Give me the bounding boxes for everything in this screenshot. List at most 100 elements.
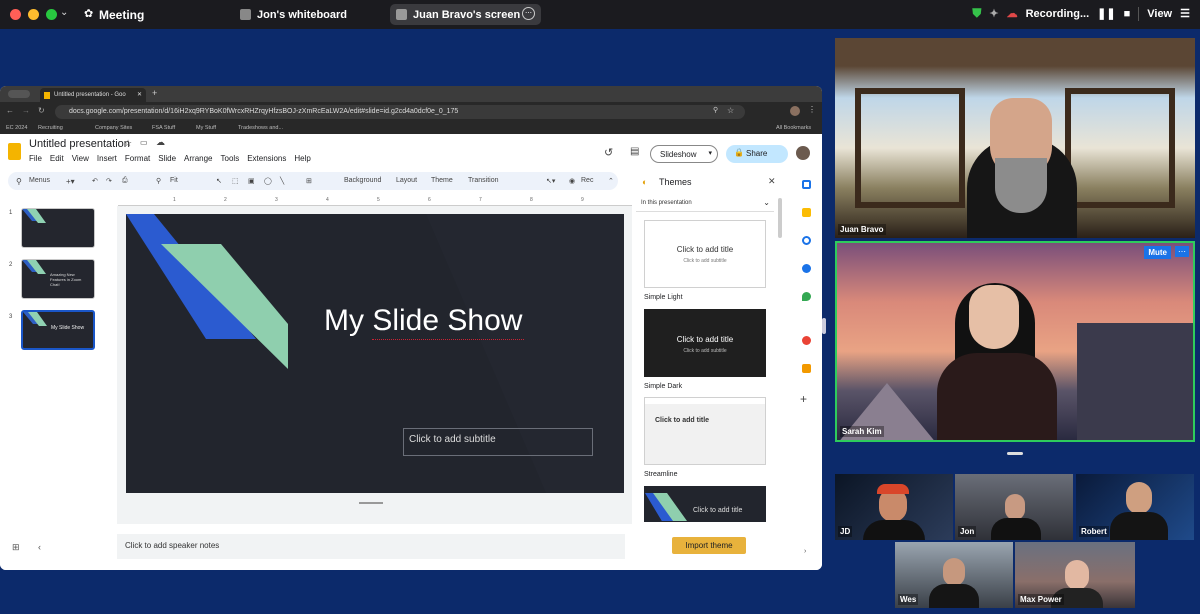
expand-panel-icon[interactable]: › [804,548,806,555]
browser-tab[interactable]: Untitled presentation - Goo ✕ [40,88,146,102]
browser-menu-icon[interactable]: ⋮ [808,105,816,114]
select-icon[interactable]: ↖ [216,177,222,185]
print-icon[interactable]: ⎙ [122,177,128,185]
menu-arrange[interactable]: Arrange [184,154,212,163]
menu-format[interactable]: Format [125,154,150,163]
addon-icon[interactable] [802,364,811,373]
background-button[interactable]: Background [344,177,381,184]
reload-icon[interactable]: ↻ [38,106,45,115]
collapse-icon[interactable]: ⌃ [608,177,614,185]
url-field[interactable]: docs.google.com/presentation/d/16iH2xq9R… [55,105,745,119]
menu-file[interactable]: File [29,154,42,163]
resize-handle[interactable] [1007,452,1023,455]
folder-icon[interactable]: ▭ [140,138,148,147]
new-tab-icon[interactable]: + [152,88,157,98]
mute-button[interactable]: Mute [1144,246,1171,259]
layout-button[interactable]: Layout [396,177,417,184]
menu-edit[interactable]: Edit [50,154,64,163]
zoom-lens-icon[interactable]: ⚲ [713,106,718,114]
profile-avatar[interactable] [790,106,800,116]
menu-insert[interactable]: Insert [97,154,117,163]
record-dot-icon[interactable]: ◉ [569,177,575,185]
transition-button[interactable]: Transition [468,177,498,184]
share-button[interactable]: 🔒 Share [726,145,788,163]
bookmark-item[interactable]: My Stuff [196,125,216,131]
theme-simple-dark[interactable]: Click to add title Click to add subtitle [644,309,766,377]
chevron-down-icon[interactable]: ⌄ [60,7,68,18]
video-jd[interactable]: JD [835,474,953,540]
collapse-panel-icon[interactable]: ‹ [38,542,41,552]
tasks-icon[interactable] [802,236,811,245]
slideshow-button[interactable]: Slideshow ▾ [650,145,718,163]
video-wes[interactable]: Wes [895,542,1013,608]
slide-title[interactable]: My Slide Show [324,304,522,338]
line-icon[interactable]: ╲ [280,177,284,185]
keep-icon[interactable] [802,208,811,217]
stop-icon[interactable]: ■ [1124,8,1131,20]
doc-title[interactable]: Untitled presentation [29,138,130,150]
resize-handle[interactable] [359,502,383,504]
splitter-handle[interactable] [822,318,826,334]
view-menu-icon[interactable]: ☰ [1180,7,1190,20]
shape-icon[interactable]: ◯ [264,177,272,185]
undo-icon[interactable]: ↶ [92,177,98,185]
addon-icon[interactable] [802,336,811,345]
video-max-power[interactable]: Max Power [1015,542,1135,608]
grid-view-icon[interactable]: ⊞ [12,542,20,553]
theme-button[interactable]: Theme [431,177,453,184]
rec-button[interactable]: Rec [581,177,593,184]
add-addon-icon[interactable]: + [800,392,809,406]
video-robert[interactable]: Robert [1076,474,1194,540]
redo-icon[interactable]: ↷ [106,177,112,185]
bookmark-item[interactable]: Recruiting [38,125,63,131]
pause-icon[interactable]: ❚❚ [1097,7,1115,20]
meeting-title[interactable]: Meeting [99,8,144,22]
menu-slide[interactable]: Slide [158,154,176,163]
tab-search-icon[interactable] [8,90,30,98]
maps-icon[interactable] [802,292,811,301]
video-sarah-kim[interactable]: Mute ⋯ Sarah Kim [835,241,1195,442]
menu-extensions[interactable]: Extensions [247,154,286,163]
back-icon[interactable]: ← [6,106,14,115]
image-icon[interactable]: ▣ [248,177,255,185]
bookmark-item[interactable]: All Bookmarks [776,125,811,131]
chevron-down-icon[interactable]: ▾ [708,149,712,157]
shield-icon[interactable]: ⛊ [972,6,981,21]
search-icon[interactable]: ⚲ [16,177,22,186]
zoom-fit-select[interactable]: Fit [170,177,178,184]
video-juan-bravo[interactable]: Juan Bravo [835,38,1195,238]
slides-logo-icon[interactable] [8,143,21,160]
minimize-window-button[interactable] [28,9,39,20]
more-icon[interactable]: ⋯ [1175,246,1189,257]
menu-help[interactable]: Help [294,154,310,163]
more-icon[interactable]: ⋯ [522,7,535,20]
bookmark-item[interactable]: EC 2024 [6,125,27,131]
forward-icon[interactable]: → [22,106,30,115]
sparkle-icon[interactable]: ✦ [989,7,998,20]
comment-icon[interactable]: ⊞ [306,177,312,185]
theme-current[interactable]: Click to add title [644,486,766,522]
text-box-icon[interactable]: ⬚ [232,177,239,185]
history-icon[interactable]: ↺ [604,146,613,159]
comments-icon[interactable]: ▤ [630,146,639,157]
theme-simple-light[interactable]: Click to add title Click to add subtitle [644,220,766,288]
screen-share-tab[interactable]: Juan Bravo's screen ⋯ [390,4,541,25]
menu-view[interactable]: View [72,154,89,163]
slide-thumb-1[interactable] [21,208,95,248]
pointer-icon[interactable]: ↖▾ [546,177,555,185]
speaker-notes[interactable]: Click to add speaker notes [117,534,625,559]
current-slide[interactable]: My Slide Show Click to add subtitle [126,214,624,493]
bookmark-item[interactable]: Company Sites [95,125,132,131]
zoom-icon[interactable]: ⚲ [156,177,161,185]
slide-thumb-3[interactable]: My Slide Show [21,310,95,350]
bookmark-item[interactable]: Tradeshows and... [238,125,283,131]
video-jon[interactable]: Jon [955,474,1073,540]
contacts-icon[interactable] [802,264,811,273]
close-tab-icon[interactable]: ✕ [137,91,142,98]
view-button[interactable]: View [1147,8,1172,20]
search-menus[interactable]: Menus [29,177,50,184]
scrollbar[interactable] [778,198,782,238]
theme-streamline[interactable]: Click to add title [644,397,766,465]
import-theme-button[interactable]: Import theme [672,537,746,554]
star-icon[interactable]: ☆ [727,106,734,115]
